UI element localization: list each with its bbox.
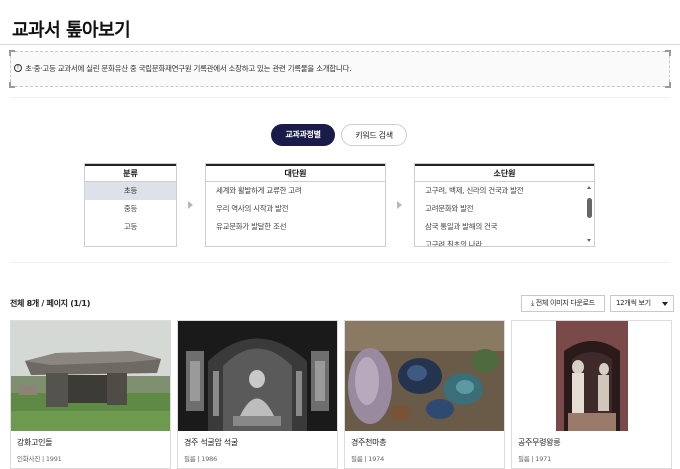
minor-unit-item[interactable]: 고려문화와 발전: [415, 200, 594, 218]
card-title[interactable]: 강화고인돌: [17, 437, 53, 448]
per-page-select[interactable]: 12개씩 보기: [610, 295, 674, 312]
download-label: 전체 이미지 다운로드: [535, 299, 595, 307]
major-unit-item[interactable]: 세계와 활발하게 교류한 고려: [206, 182, 385, 200]
minor-unit-item[interactable]: 고구려 최초의 나라: [415, 236, 594, 246]
tab-keyword-search[interactable]: 키워드 검색: [341, 124, 407, 146]
minor-unit-header: 소단원: [415, 164, 594, 182]
page-title: 교과서 톺아보기: [12, 20, 131, 41]
minor-unit-list: 소단원 고구려, 백제, 신라의 건국과 발전 고려문화와 발전 삼국 통일과 …: [414, 163, 595, 247]
card-title[interactable]: 경주 석굴암 석굴: [184, 437, 238, 448]
scroll-thumb[interactable]: [587, 198, 592, 218]
chevron-right-icon: [188, 201, 193, 209]
card-meta: 필름 | 1974: [351, 455, 385, 463]
scroll-down-icon[interactable]: [587, 239, 591, 242]
tomb-entrance-photo[interactable]: [512, 321, 671, 431]
minor-unit-item[interactable]: 삼국 통일과 발해의 건국: [415, 218, 594, 236]
card-title[interactable]: 공주무령왕릉: [518, 437, 561, 448]
category-header: 분류: [85, 164, 176, 182]
major-unit-item[interactable]: 유교문화가 발달한 조선: [206, 218, 385, 236]
minor-unit-item[interactable]: 고구려, 백제, 신라의 건국과 발전: [415, 182, 594, 200]
card-title[interactable]: 경주천마총: [351, 437, 387, 448]
dolmen-photo[interactable]: [11, 321, 170, 431]
notice-text: 초·중·고등 교과서에 실린 문화유산 중 국립문화재연구원 기록관에서 소장하…: [25, 64, 352, 73]
info-icon: !: [14, 64, 22, 72]
per-page-value: 12개씩 보기: [616, 299, 651, 307]
corner-decoration: [9, 50, 15, 56]
excavated-artifacts-photo[interactable]: [345, 321, 504, 431]
category-item-high[interactable]: 고등: [85, 218, 176, 236]
category-list: 분류 초등 중등 고등: [84, 163, 177, 247]
major-unit-header: 대단원: [206, 164, 385, 182]
download-icon: ⤓: [531, 299, 534, 307]
card-meta: 필름 | 1986: [184, 455, 218, 463]
major-unit-list: 대단원 세계와 활발하게 교류한 고려 우리 역사의 시작과 발전 유교문화가 …: [205, 163, 386, 247]
card-meta: 인화사진 | 1991: [17, 455, 62, 463]
corner-decoration: [665, 82, 671, 88]
major-unit-item[interactable]: 우리 역사의 시작과 발전: [206, 200, 385, 218]
seokguram-grotto-photo[interactable]: [178, 321, 337, 431]
tab-curriculum[interactable]: 교과과정별: [271, 124, 335, 146]
minor-unit-scrollbar[interactable]: [587, 184, 592, 244]
result-count: 전체 8개 / 페이지 (1/1): [10, 299, 91, 308]
notice-box: ! 초·중·고등 교과서에 실린 문화유산 중 국립문화재연구원 기록관에서 소…: [9, 50, 671, 88]
title-divider: [0, 44, 680, 45]
category-item-middle[interactable]: 중등: [85, 200, 176, 218]
result-card[interactable]: 공주무령왕릉 필름 | 1971: [511, 320, 672, 469]
result-card[interactable]: 경주천마총 필름 | 1974: [344, 320, 505, 469]
chevron-down-icon: [662, 302, 668, 306]
corner-decoration: [9, 82, 15, 88]
corner-decoration: [665, 50, 671, 56]
result-card[interactable]: 강화고인돌 인화사진 | 1991: [10, 320, 171, 469]
scroll-up-icon[interactable]: [587, 186, 591, 189]
category-item-elementary[interactable]: 초등: [85, 182, 176, 200]
download-all-images-button[interactable]: ⤓ 전체 이미지 다운로드: [521, 295, 605, 312]
card-meta: 필름 | 1971: [518, 455, 552, 463]
result-card[interactable]: 경주 석굴암 석굴 필름 | 1986: [177, 320, 338, 469]
chevron-right-icon: [397, 201, 402, 209]
